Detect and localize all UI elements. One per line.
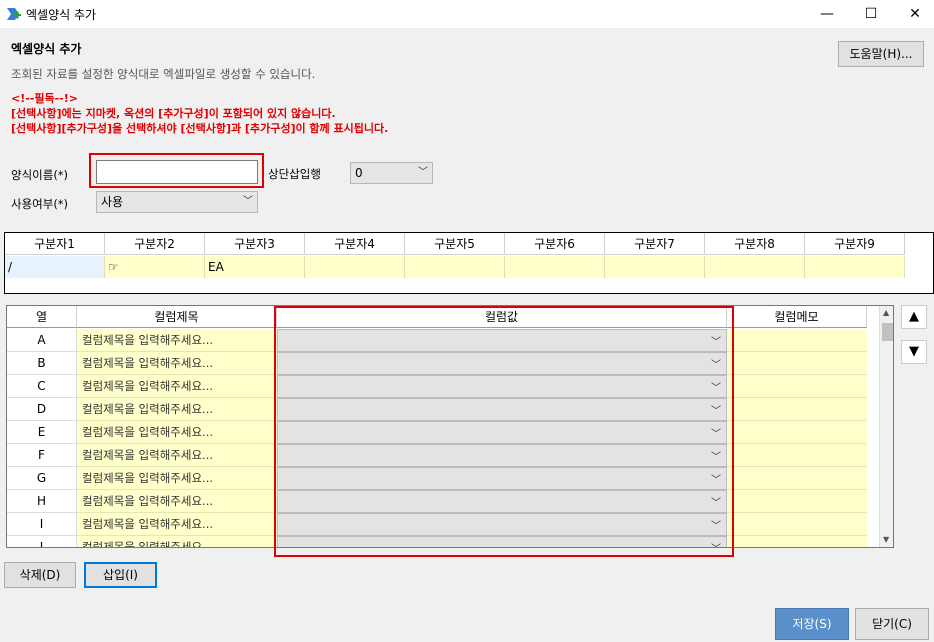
row-title-cell[interactable]: 컬럼제목을 입력해주세요...: [77, 513, 277, 536]
row-memo-cell[interactable]: [727, 398, 867, 421]
row-memo-cell[interactable]: [727, 444, 867, 467]
row-title-cell[interactable]: 컬럼제목을 입력해주세요...: [77, 329, 277, 352]
delete-button[interactable]: 삭제(D): [4, 562, 76, 588]
separator-grid: 구분자1 구분자2 구분자3 구분자4 구분자5 구분자6 구분자7 구분자8 …: [4, 232, 934, 294]
row-letter: G: [7, 467, 77, 490]
separator-cell-8[interactable]: [705, 256, 805, 278]
separator-header-2: 구분자2: [105, 233, 205, 255]
help-button[interactable]: 도움말(H)...: [838, 41, 924, 67]
column-header-col: 열: [7, 306, 77, 328]
scroll-up-icon[interactable]: ▲: [883, 308, 889, 317]
row-memo-cell[interactable]: [727, 513, 867, 536]
maximize-button[interactable]: ☐: [848, 0, 894, 28]
app-icon: [7, 8, 21, 20]
move-down-button[interactable]: ▼: [901, 340, 927, 364]
row-title-cell[interactable]: 컬럼제목을 입력해주세요...: [77, 421, 277, 444]
row-memo-cell[interactable]: [727, 490, 867, 513]
scrollbar-thumb[interactable]: [882, 323, 893, 341]
template-name-label: 양식이름(*): [11, 168, 69, 182]
chevron-down-icon: ﹀: [418, 167, 428, 178]
separator-header-9: 구분자9: [805, 233, 905, 255]
row-letter: B: [7, 352, 77, 375]
separator-header-5: 구분자5: [405, 233, 505, 255]
row-letter: J: [7, 536, 77, 547]
row-letter: C: [7, 375, 77, 398]
separator-cell-1[interactable]: /: [5, 256, 105, 278]
notice-line-3: [선택사항][추가구성]을 선택하셔야 [선택사항]과 [추가구성]이 함께 표…: [11, 122, 389, 135]
separator-cell-5[interactable]: [405, 256, 505, 278]
row-memo-cell[interactable]: [727, 352, 867, 375]
title-bar: 엑셀양식 추가 — ☐ ✕: [0, 0, 934, 28]
row-memo-cell[interactable]: [727, 421, 867, 444]
row-title-cell[interactable]: 컬럼제목을 입력해주세요...: [77, 467, 277, 490]
separator-cell-2[interactable]: ☞: [105, 256, 205, 278]
column-header-title: 컬럼제목: [77, 306, 277, 328]
use-value: 사용: [101, 195, 124, 209]
row-title-cell[interactable]: 컬럼제목을 입력해주세요...: [77, 444, 277, 467]
top-insert-select[interactable]: 0 ﹀: [350, 162, 433, 184]
row-title-cell[interactable]: 컬럼제목을 입력해주세요...: [77, 398, 277, 421]
notice-line-1: <!--필독--!>: [11, 92, 78, 105]
chevron-down-icon: ﹀: [243, 196, 253, 207]
row-title-cell[interactable]: 컬럼제목을 입력해주세요...: [77, 352, 277, 375]
row-letter: H: [7, 490, 77, 513]
section-title: 엑셀양식 추가: [11, 42, 82, 56]
separator-header-8: 구분자8: [705, 233, 805, 255]
row-memo-cell[interactable]: [727, 467, 867, 490]
separator-cell-7[interactable]: [605, 256, 705, 278]
row-title-cell[interactable]: 컬럼제목을 입력해주세요...: [77, 490, 277, 513]
separator-header-6: 구분자6: [505, 233, 605, 255]
top-insert-label: 상단삽입행: [268, 167, 321, 181]
row-letter: A: [7, 329, 77, 352]
row-title-cell[interactable]: 컬럼제목을 입력해주세요...: [77, 536, 277, 547]
separator-header-7: 구분자7: [605, 233, 705, 255]
row-letter: D: [7, 398, 77, 421]
separator-cell-4[interactable]: [305, 256, 405, 278]
row-memo-cell[interactable]: [727, 536, 867, 547]
separator-header-4: 구분자4: [305, 233, 405, 255]
row-memo-cell[interactable]: [727, 375, 867, 398]
separator-header-3: 구분자3: [205, 233, 305, 255]
close-window-button[interactable]: ✕: [892, 0, 934, 28]
use-label: 사용여부(*): [11, 197, 69, 211]
template-name-input[interactable]: [96, 160, 258, 184]
separator-cell-9[interactable]: [805, 256, 905, 278]
use-select[interactable]: 사용 ﹀: [96, 191, 258, 213]
row-letter: F: [7, 444, 77, 467]
minimize-button[interactable]: —: [804, 0, 850, 28]
row-memo-cell[interactable]: [727, 329, 867, 352]
scroll-down-icon[interactable]: ▼: [883, 535, 889, 544]
separator-cell-3[interactable]: EA: [205, 256, 305, 278]
vertical-scrollbar[interactable]: ▲ ▼: [879, 306, 893, 547]
description-text: 조회된 자료를 설정한 양식대로 엑셀파일로 생성할 수 있습니다.: [11, 67, 316, 81]
top-insert-value: 0: [355, 166, 363, 180]
separator-header-1: 구분자1: [5, 233, 105, 255]
column-value-highlight: [274, 306, 734, 557]
column-header-memo: 컬럼메모: [727, 306, 867, 328]
row-title-cell[interactable]: 컬럼제목을 입력해주세요...: [77, 375, 277, 398]
separator-cell-6[interactable]: [505, 256, 605, 278]
row-letter: E: [7, 421, 77, 444]
close-button[interactable]: 닫기(C): [855, 608, 929, 640]
window-title: 엑셀양식 추가: [26, 8, 97, 22]
save-button[interactable]: 저장(S): [775, 608, 849, 640]
insert-button[interactable]: 삽입(I): [84, 562, 157, 588]
notice-line-2: [선택사항]에는 지마켓, 옥션의 [추가구성]이 포함되어 있지 않습니다.: [11, 107, 336, 120]
row-letter: I: [7, 513, 77, 536]
move-up-button[interactable]: ▲: [901, 305, 927, 329]
